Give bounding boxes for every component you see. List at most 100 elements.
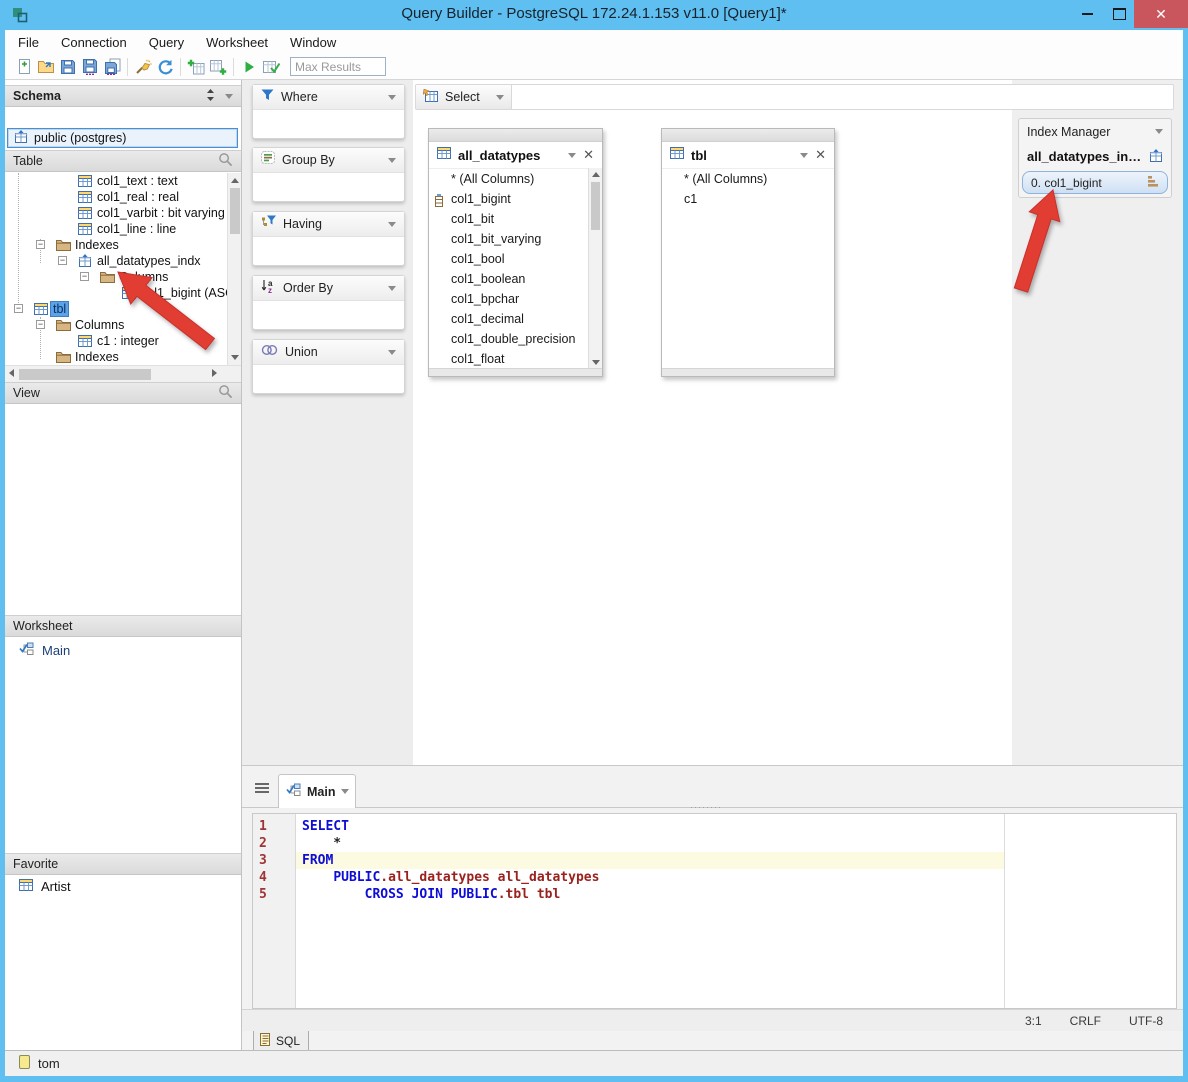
clause-block-order-by[interactable]: a z Order By	[252, 275, 405, 330]
tree-item-col1-real-real[interactable]: col1_real : real	[5, 189, 227, 205]
close-icon[interactable]: ✕	[815, 147, 826, 163]
chevron-down-icon[interactable]	[388, 285, 396, 291]
expander-minus-icon[interactable]: −	[58, 256, 67, 265]
scroll-down-icon[interactable]	[231, 355, 239, 360]
search-icon[interactable]	[218, 152, 233, 170]
chevron-down-icon[interactable]	[388, 94, 396, 100]
add-table-icon[interactable]	[185, 57, 207, 77]
scrollbar-thumb[interactable]	[230, 188, 240, 234]
chevron-down-icon[interactable]	[1155, 129, 1163, 134]
column-item-col1-bit[interactable]: col1_bit	[429, 209, 602, 229]
chevron-down-icon[interactable]	[388, 349, 396, 355]
execute-icon[interactable]	[238, 57, 260, 77]
tree-item-col1-text-text[interactable]: col1_text : text	[5, 173, 227, 189]
worksheet-list-icon[interactable]	[254, 781, 270, 799]
card-title-row[interactable]: tbl ✕	[662, 142, 834, 169]
clause-header[interactable]: Having	[253, 212, 404, 237]
favorite-section-header[interactable]: Favorite	[5, 853, 241, 875]
code-area[interactable]: SELECT * FROM PUBLIC.all_datatypes all_da…	[296, 814, 1004, 903]
favorite-item-artist[interactable]: Artist	[19, 879, 71, 894]
column-item-col1-float[interactable]: col1_float	[429, 349, 602, 369]
expander-minus-icon[interactable]: −	[14, 304, 23, 313]
column-item-col1-bit-varying[interactable]: col1_bit_varying	[429, 229, 602, 249]
clause-body[interactable]	[253, 173, 404, 202]
tree-item-col1-varbit-bit-varying[interactable]: col1_varbit : bit varying	[5, 205, 227, 221]
card-scrollbar[interactable]	[588, 168, 602, 369]
column-item-col1-double-precision[interactable]: col1_double_precision	[429, 329, 602, 349]
chevron-down-icon[interactable]	[388, 221, 396, 227]
expander-minus-icon[interactable]: −	[36, 320, 45, 329]
schema-header[interactable]: Schema	[5, 85, 241, 107]
sql-editor[interactable]: 1 2 3 4 5 SELECT * FROM PUBLIC.all_datatypes …	[252, 813, 1177, 1009]
close-icon[interactable]: ✕	[583, 147, 594, 163]
scroll-up-icon[interactable]	[592, 172, 600, 177]
column-item-all-columns[interactable]: * (All Columns)	[429, 169, 602, 189]
query-builder-icon[interactable]	[260, 57, 282, 77]
tree-item-col1-line-line[interactable]: col1_line : line	[5, 221, 227, 237]
clause-body[interactable]	[253, 110, 404, 139]
max-results-input[interactable]	[290, 57, 386, 76]
new-worksheet-icon[interactable]	[13, 57, 35, 77]
index-name-row[interactable]: all_datatypes_indx (...	[1019, 144, 1171, 169]
view-section-header[interactable]: View	[5, 382, 241, 404]
expander-minus-icon[interactable]: −	[36, 240, 45, 249]
table-card-tbl[interactable]: tbl ✕ * (All Columns) c1	[661, 128, 835, 377]
column-item-col1-bigint[interactable]: col1_bigint	[429, 189, 602, 209]
chevron-down-icon[interactable]	[496, 94, 504, 100]
clause-body[interactable]	[253, 237, 404, 266]
close-button[interactable]: ✕	[1134, 0, 1188, 28]
select-clause-tab[interactable]: Select	[416, 85, 512, 109]
worksheet-section-header[interactable]: Worksheet	[5, 615, 241, 637]
table-card-all-datatypes[interactable]: all_datatypes ✕ * (All Columns) col1_bigi…	[428, 128, 603, 377]
menu-item-window[interactable]: Window	[290, 35, 336, 50]
clause-header[interactable]: Union	[253, 340, 404, 365]
minimize-button[interactable]	[1072, 0, 1102, 28]
open-file-icon[interactable]	[35, 57, 57, 77]
tree-item-indexes[interactable]: − Indexes	[5, 237, 227, 253]
card-drag-strip[interactable]	[429, 129, 602, 142]
tree-horizontal-scrollbar[interactable]	[5, 365, 241, 382]
column-item-c1[interactable]: c1	[662, 189, 834, 209]
clause-block-group-by[interactable]: Group By	[252, 147, 405, 202]
refresh-icon[interactable]	[154, 57, 176, 77]
column-item-col1-bpchar[interactable]: col1_bpchar	[429, 289, 602, 309]
chevron-down-icon[interactable]	[225, 93, 233, 99]
menu-item-worksheet[interactable]: Worksheet	[206, 35, 268, 50]
schema-selected-item[interactable]: public (postgres)	[7, 128, 238, 148]
splitter-handle[interactable]: ········	[690, 802, 722, 812]
chevron-down-icon[interactable]	[800, 152, 809, 158]
column-item-all-columns[interactable]: * (All Columns)	[662, 169, 834, 189]
column-item-col1-boolean[interactable]: col1_boolean	[429, 269, 602, 289]
connect-icon[interactable]	[132, 57, 154, 77]
clause-header[interactable]: Where	[253, 85, 404, 110]
save-all-icon[interactable]	[101, 57, 123, 77]
clause-block-having[interactable]: Having	[252, 211, 405, 266]
search-icon[interactable]	[218, 384, 233, 402]
add-join-table-icon[interactable]	[207, 57, 229, 77]
title-bar[interactable]: Query Builder - PostgreSQL 172.24.1.153 …	[0, 0, 1188, 30]
column-item-col1-bool[interactable]: col1_bool	[429, 249, 602, 269]
menu-item-connection[interactable]: Connection	[61, 35, 127, 50]
scrollbar-thumb[interactable]	[19, 369, 151, 380]
chevron-down-icon[interactable]	[341, 789, 350, 794]
clause-block-union[interactable]: Union	[252, 339, 405, 394]
column-item-col1-decimal[interactable]: col1_decimal	[429, 309, 602, 329]
scroll-left-icon[interactable]	[9, 369, 14, 377]
scroll-right-icon[interactable]	[212, 369, 217, 377]
clause-header[interactable]: Group By	[253, 148, 404, 173]
tab-sql[interactable]: SQL	[253, 1031, 309, 1051]
clause-header[interactable]: a z Order By	[253, 276, 404, 301]
save-as-icon[interactable]	[79, 57, 101, 77]
scroll-up-icon[interactable]	[231, 178, 239, 183]
scrollbar-thumb[interactable]	[591, 182, 600, 230]
card-drag-strip[interactable]	[662, 129, 834, 142]
table-section-header[interactable]: Table	[5, 150, 241, 172]
maximize-button[interactable]	[1104, 0, 1134, 28]
chevron-down-icon[interactable]	[568, 152, 577, 158]
clause-body[interactable]	[253, 301, 404, 330]
save-icon[interactable]	[57, 57, 79, 77]
tab-main[interactable]: Main	[278, 774, 356, 808]
clause-block-where[interactable]: Where	[252, 84, 405, 139]
menu-item-file[interactable]: File	[18, 35, 39, 50]
card-title-row[interactable]: all_datatypes ✕	[429, 142, 602, 169]
